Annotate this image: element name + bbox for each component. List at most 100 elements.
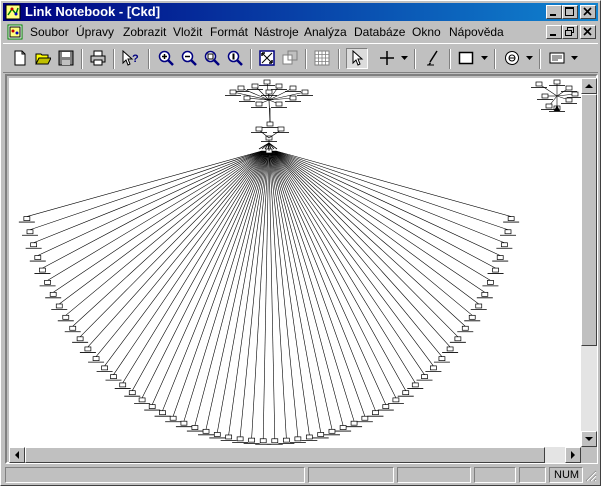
entity-node[interactable] <box>84 346 92 352</box>
crosshair-dropdown-button[interactable] <box>399 48 409 69</box>
entity-node[interactable] <box>541 93 549 99</box>
link-chart-canvas[interactable] <box>9 78 581 447</box>
grid-button[interactable] <box>311 48 333 69</box>
entity-node[interactable] <box>180 420 188 426</box>
entity-node[interactable] <box>34 255 42 260</box>
entity-node[interactable] <box>119 382 127 388</box>
entity-node[interactable] <box>191 425 199 430</box>
entity-node[interactable] <box>248 437 256 443</box>
entity-node[interactable] <box>372 410 379 416</box>
entity-node[interactable] <box>236 436 244 442</box>
menu-upravy[interactable]: Úpravy <box>76 25 114 39</box>
entity-node[interactable] <box>243 95 251 101</box>
entity-node[interactable] <box>213 432 221 437</box>
entity-node[interactable] <box>26 229 34 235</box>
new-button[interactable] <box>9 48 31 69</box>
entity-node[interactable] <box>265 89 273 95</box>
menu-soubor[interactable]: Soubor <box>30 25 69 39</box>
entity-node[interactable] <box>225 434 233 440</box>
entity-node[interactable] <box>350 420 358 426</box>
scroll-right-button[interactable] <box>565 447 581 463</box>
close-button[interactable] <box>580 5 596 19</box>
entity-node[interactable] <box>475 303 483 309</box>
entity-node[interactable] <box>535 81 543 87</box>
entity-node[interactable] <box>565 97 573 103</box>
entity-node[interactable] <box>481 291 489 297</box>
vertical-scrollbar[interactable] <box>581 78 597 447</box>
entity-node[interactable] <box>159 410 166 416</box>
fit-selection-button[interactable] <box>279 48 301 69</box>
zoom-window-button[interactable] <box>201 48 223 69</box>
entity-node[interactable] <box>69 325 77 331</box>
entity-node[interactable] <box>277 126 285 132</box>
entity-node[interactable] <box>275 101 283 107</box>
entity-node[interactable] <box>251 83 259 89</box>
zoom-fit-button[interactable] <box>224 48 246 69</box>
context-help-button[interactable]: ? <box>119 48 141 69</box>
doc-restore-button[interactable] <box>562 25 578 39</box>
menu-nastroje[interactable]: Nástroje <box>254 25 299 39</box>
entity-node[interactable] <box>454 336 462 342</box>
scroll-left-button[interactable] <box>9 447 25 463</box>
maximize-button[interactable] <box>562 5 578 19</box>
entity-node[interactable] <box>301 89 309 95</box>
entity-node[interactable] <box>271 438 279 444</box>
entity-node[interactable] <box>92 356 100 361</box>
entity-node[interactable] <box>289 95 297 101</box>
document-icon[interactable] <box>7 24 23 40</box>
menu-napoveda[interactable]: Nápověda <box>449 25 504 39</box>
entity-node[interactable] <box>382 404 390 409</box>
entity-node[interactable] <box>255 126 263 132</box>
entity-node[interactable] <box>411 382 419 388</box>
entity-node[interactable] <box>438 356 446 361</box>
entity-node[interactable] <box>492 267 499 273</box>
entity-node[interactable] <box>76 336 84 342</box>
entity-node[interactable] <box>339 425 347 430</box>
entity-node[interactable] <box>565 85 573 91</box>
print-button[interactable] <box>87 48 109 69</box>
entity-node[interactable] <box>44 280 51 285</box>
card-tool-button[interactable] <box>546 48 568 69</box>
entity-node[interactable] <box>328 428 336 434</box>
entity-node[interactable] <box>392 397 400 403</box>
entity-node[interactable] <box>275 83 283 89</box>
entity-node[interactable] <box>101 365 108 371</box>
entity-node[interactable] <box>30 242 37 248</box>
menu-okno[interactable]: Okno <box>412 25 441 39</box>
zoom-in-button[interactable] <box>155 48 177 69</box>
entity-node[interactable] <box>263 79 271 85</box>
entity-node[interactable] <box>289 85 297 91</box>
scroll-down-button[interactable] <box>581 431 597 447</box>
horizontal-scrollbar[interactable] <box>9 447 581 463</box>
rectangle-dropdown-button[interactable] <box>479 48 489 69</box>
link-tool-button[interactable] <box>422 48 444 69</box>
entity-node[interactable] <box>504 229 512 235</box>
entity-node[interactable] <box>294 436 302 442</box>
rectangle-tool-button[interactable] <box>455 48 477 69</box>
entity-node[interactable] <box>553 79 561 85</box>
link-diagram[interactable] <box>9 78 581 447</box>
title-bar[interactable]: Link Notebook - [Ckd] <box>3 3 598 21</box>
entity-node[interactable] <box>507 216 515 221</box>
entity-node[interactable] <box>148 404 156 409</box>
doc-minimize-button[interactable] <box>546 25 562 39</box>
open-button[interactable] <box>32 48 54 69</box>
entity-node[interactable] <box>487 280 494 285</box>
entity-node[interactable] <box>229 89 237 95</box>
vertical-scroll-thumb[interactable] <box>581 94 597 346</box>
menu-zobrazit[interactable]: Zobrazit <box>123 25 166 39</box>
entity-node[interactable] <box>169 415 177 421</box>
crosshair-tool-button[interactable] <box>376 48 398 69</box>
entity-node[interactable] <box>496 255 504 260</box>
circle-tool-button[interactable] <box>501 48 523 69</box>
entity-node[interactable] <box>282 437 290 443</box>
menu-format[interactable]: Formát <box>210 25 248 39</box>
card-dropdown-button[interactable] <box>569 48 579 69</box>
scroll-up-button[interactable] <box>581 78 597 94</box>
entity-node[interactable] <box>421 374 428 380</box>
entity-node[interactable] <box>266 121 274 127</box>
entity-node[interactable] <box>361 415 369 421</box>
zoom-out-button[interactable] <box>178 48 200 69</box>
entity-node[interactable] <box>55 303 63 309</box>
entity-node[interactable] <box>128 390 136 396</box>
